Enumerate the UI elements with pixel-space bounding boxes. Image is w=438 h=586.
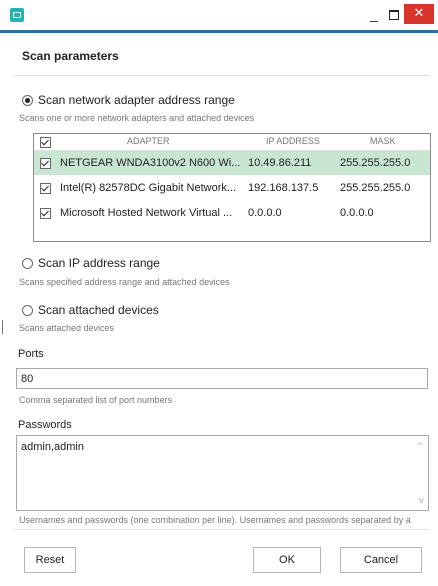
passwords-hint: Usernames and passwords (one combination… — [19, 515, 411, 525]
option-ip-range-hint: Scans specified address range and attach… — [19, 277, 230, 287]
radio-adapter-range[interactable] — [22, 94, 33, 106]
adapter-row[interactable]: NETGEAR WNDA3100v2 N600 Wi... 10.49.86.2… — [34, 151, 430, 175]
adapter-row[interactable]: Microsoft Hosted Network Virtual ... 0.0… — [34, 201, 430, 225]
adapter-mask: 255.255.255.0 — [340, 182, 411, 194]
adapter-table: ADAPTER IP ADDRESS MASK NETGEAR WNDA3100… — [33, 133, 431, 242]
passwords-label: Passwords — [18, 419, 72, 431]
adapter-ip: 10.49.86.211 — [248, 157, 312, 169]
option-adapter-range-label: Scan network adapter address range — [38, 93, 235, 107]
window-titlebar: _ ✕ — [0, 0, 438, 31]
adapter-ip: 0.0.0.0 — [248, 207, 282, 219]
adapter-name: Microsoft Hosted Network Virtual ... — [60, 207, 233, 219]
select-all-checkbox[interactable] — [40, 137, 51, 148]
adapter-table-header: ADAPTER IP ADDRESS MASK — [34, 134, 430, 151]
dialog-title: Scan parameters — [22, 49, 119, 63]
option-attached-devices[interactable]: Scan attached devices — [22, 303, 159, 317]
edge-marker — [2, 320, 3, 334]
option-adapter-range-hint: Scans one or more network adapters and a… — [19, 113, 255, 123]
adapter-name: Intel(R) 82578DC Gigabit Network... — [60, 182, 237, 194]
footer-divider — [14, 529, 430, 530]
scroll-up-icon[interactable]: ^ — [416, 442, 424, 452]
ports-label: Ports — [18, 348, 44, 360]
maximize-icon[interactable] — [389, 10, 399, 20]
column-header-adapter[interactable]: ADAPTER — [127, 136, 170, 146]
title-divider — [14, 75, 430, 76]
adapter-row-checkbox[interactable] — [40, 158, 51, 169]
column-header-ip[interactable]: IP ADDRESS — [266, 136, 320, 146]
passwords-text: admin,admin — [21, 441, 84, 453]
ports-input[interactable]: 80 — [16, 368, 428, 389]
app-icon — [10, 8, 24, 22]
column-header-mask[interactable]: MASK — [370, 136, 396, 146]
adapter-row[interactable]: Intel(R) 82578DC Gigabit Network... 192.… — [34, 176, 430, 200]
ports-hint: Comma separated list of port numbers — [19, 395, 173, 405]
radio-attached-devices[interactable] — [22, 304, 33, 316]
radio-ip-range[interactable] — [22, 257, 33, 269]
option-adapter-range[interactable]: Scan network adapter address range — [22, 93, 235, 107]
adapter-row-checkbox[interactable] — [40, 208, 51, 219]
ok-button[interactable]: OK — [253, 547, 321, 573]
cancel-button[interactable]: Cancel — [340, 547, 422, 573]
adapter-mask: 255.255.255.0 — [340, 157, 411, 169]
adapter-mask: 0.0.0.0 — [340, 207, 374, 219]
minimize-icon[interactable]: _ — [366, 6, 382, 22]
passwords-textarea[interactable]: admin,admin ^ v — [16, 435, 429, 511]
adapter-row-checkbox[interactable] — [40, 183, 51, 194]
option-ip-range[interactable]: Scan IP address range — [22, 256, 160, 270]
adapter-name: NETGEAR WNDA3100v2 N600 Wi... — [60, 157, 241, 169]
scroll-down-icon[interactable]: v — [419, 496, 424, 506]
option-attached-devices-label: Scan attached devices — [38, 303, 159, 317]
option-ip-range-label: Scan IP address range — [38, 256, 160, 270]
adapter-ip: 192.168.137.5 — [248, 182, 319, 194]
title-accent-bar — [0, 30, 438, 33]
reset-button[interactable]: Reset — [24, 547, 76, 573]
close-icon[interactable]: ✕ — [404, 4, 434, 24]
option-attached-devices-hint: Scans attached devices — [19, 323, 115, 333]
